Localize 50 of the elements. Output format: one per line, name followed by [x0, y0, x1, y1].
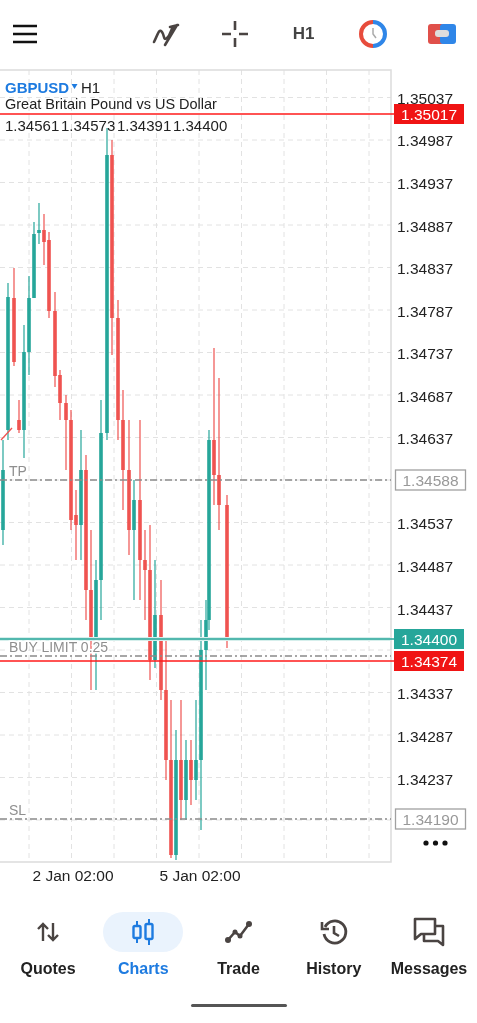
time-label: 5 Jan 02:00: [159, 867, 241, 884]
order-label: TP: [9, 463, 27, 479]
price-tick: 1.34987: [397, 132, 454, 149]
candles-icon: [131, 919, 156, 945]
ohlc-value: 1.34391: [117, 117, 172, 134]
price-tick: 1.34537: [397, 515, 454, 532]
home-indicator[interactable]: [190, 1004, 287, 1007]
ohlc-value: 1.34573: [61, 117, 116, 134]
price-tick: 1.34737: [397, 345, 454, 362]
timeframe-label: H1: [81, 79, 101, 96]
nav-tab[interactable]: Messages: [383, 912, 475, 978]
arrows-icon: [36, 921, 60, 943]
price-tick: 1.35037: [397, 89, 454, 107]
price-tick: 1.34437: [397, 601, 454, 618]
price-tag: 1.35017: [394, 104, 464, 124]
ohlc-value: 1.34400: [173, 117, 228, 134]
toggle-icon[interactable]: [427, 23, 456, 45]
price-tick: 1.34487: [397, 558, 454, 575]
order-label: SL: [9, 802, 27, 818]
nav-tab[interactable]: Trade: [192, 912, 285, 978]
symbol-name[interactable]: GBPUSD: [5, 79, 70, 96]
price-tag: 1.34400: [394, 629, 464, 649]
price-tick: 1.34787: [397, 303, 454, 320]
price-tag: 1.34374: [394, 651, 464, 671]
nav-tab[interactable]: Quotes: [2, 912, 94, 978]
time-label: 2 Jan 02:00: [32, 867, 114, 884]
price-tag: 1.34190: [394, 808, 467, 830]
indicator-icon[interactable]: [151, 21, 180, 47]
more-icon[interactable]: [423, 840, 448, 846]
crosshair-icon[interactable]: [220, 20, 249, 48]
price-tag: 1.34588: [394, 469, 467, 491]
price-tick: 1.34937: [397, 175, 454, 192]
chat-icon: [413, 917, 445, 947]
price-tick: 1.34887: [397, 218, 454, 235]
symbol-description: Great Britain Pound vs US Dollar: [5, 96, 217, 112]
history-icon: [319, 918, 348, 946]
price-tick: 1.34837: [397, 260, 454, 277]
price-tick: 1.34237: [397, 771, 454, 788]
clock-icon[interactable]: [358, 20, 387, 48]
trend-line: [0, 427, 13, 441]
price-tick: 1.34637: [397, 430, 454, 447]
nav-tab[interactable]: History: [287, 912, 380, 978]
price-tick: 1.34287: [397, 728, 454, 745]
menu-icon[interactable]: [12, 24, 38, 44]
timeframe-button[interactable]: H1: [286, 20, 321, 48]
ohlc-value: 1.34561: [5, 117, 60, 134]
caret-icon[interactable]: [71, 84, 78, 89]
price-tick: 1.34687: [397, 388, 454, 405]
line-chart-icon: [224, 920, 253, 944]
price-tick: 1.34337: [397, 685, 454, 702]
